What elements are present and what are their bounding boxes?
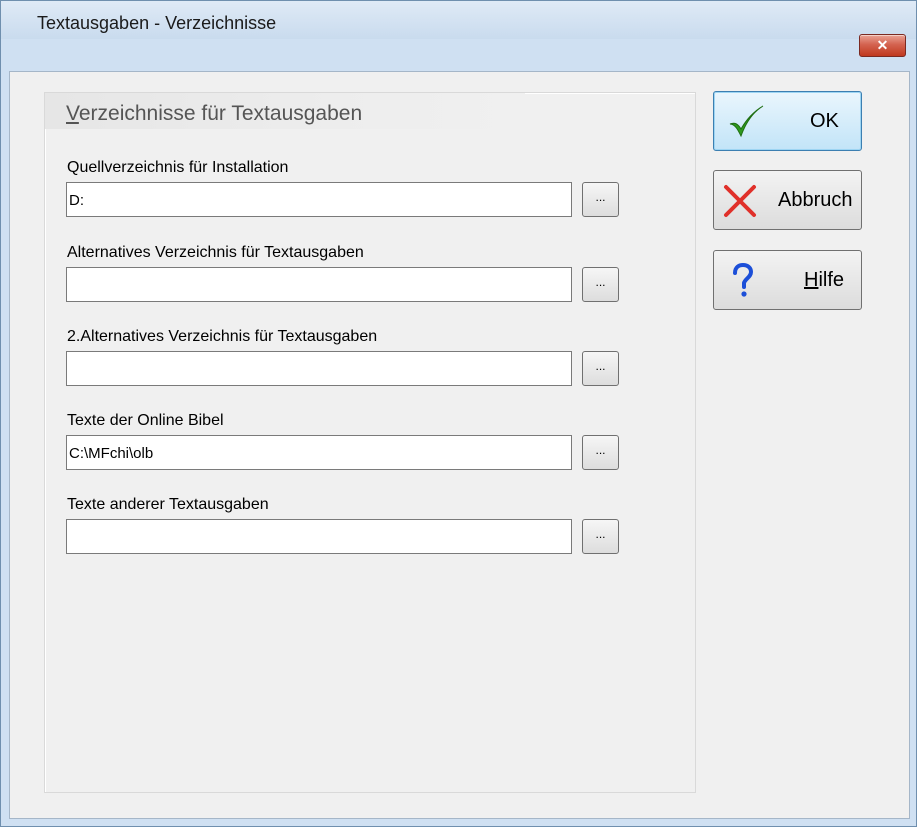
cancel-x-icon [724, 185, 756, 217]
help-button[interactable]: Hilfe [713, 250, 862, 310]
browse-source-button[interactable]: ... [582, 182, 619, 217]
question-icon [733, 263, 754, 297]
help-rest: ilfe [818, 269, 845, 291]
window-title: Textausgaben - Verzeichnisse [37, 13, 277, 33]
field-label-alt1: Alternatives Verzeichnis für Textausgabe… [67, 244, 364, 261]
browse-online-bible-button[interactable]: ... [582, 435, 619, 470]
field-label-alt2: 2.Alternatives Verzeichnis für Textausga… [67, 328, 378, 345]
browse-other-button[interactable]: ... [582, 519, 619, 554]
browse-alt1-button[interactable]: ... [582, 267, 619, 302]
group-header: Verzeichnisse für Textausgaben [45, 93, 525, 129]
field-label-online-bible: Texte der Online Bibel [67, 412, 224, 429]
other-directory-input[interactable] [66, 519, 572, 554]
group-title-rest: erzeichnisse für Textausgaben [78, 102, 363, 125]
dialog-client-area: Verzeichnisse für Textausgaben Quellverz… [9, 71, 910, 819]
help-button-label: Hilfe [804, 269, 844, 292]
checkmark-icon [729, 105, 764, 138]
close-button[interactable]: ✕ [859, 34, 906, 57]
ok-button[interactable]: OK [713, 91, 862, 151]
close-icon: ✕ [876, 37, 889, 53]
group-title: Verzeichnisse für Textausgaben [66, 102, 362, 126]
browse-alt2-button[interactable]: ... [582, 351, 619, 386]
source-directory-input[interactable]: D: [66, 182, 572, 217]
cancel-button[interactable]: Abbruch [713, 170, 862, 230]
cancel-button-label: Abbruch [778, 189, 853, 211]
field-label-source: Quellverzeichnis für Installation [67, 159, 289, 176]
alt1-directory-input[interactable] [66, 267, 572, 302]
dialog-window: Textausgaben - Verzeichnisse ✕ Verzeichn… [0, 0, 917, 827]
online-bible-directory-input[interactable]: C:\MFchi\olb [66, 435, 572, 470]
alt2-directory-input[interactable] [66, 351, 572, 386]
group-title-accel: V [66, 102, 79, 125]
field-label-other: Texte anderer Textausgaben [67, 496, 269, 513]
help-accel: H [804, 269, 819, 291]
ok-button-label: OK [810, 110, 839, 132]
title-bar[interactable]: Textausgaben - Verzeichnisse [1, 1, 916, 39]
